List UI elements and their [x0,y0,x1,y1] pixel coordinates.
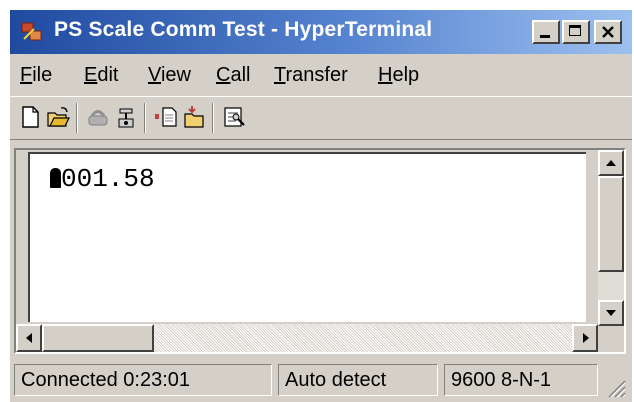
disconnect-icon[interactable] [86,105,110,129]
menu-file[interactable]: File [20,64,52,87]
menu-transfer[interactable]: Transfer [274,64,348,87]
arrow-down-icon [606,310,616,316]
scroll-right-button[interactable] [572,324,598,352]
toolbar-separator [212,103,214,133]
hyperterminal-app-icon[interactable] [20,19,46,45]
status-detect: Auto detect [278,364,438,396]
send-icon[interactable] [154,105,178,129]
minimize-icon [540,35,550,38]
menu-call-accel: C [216,64,231,86]
menu-transfer-accel: T [274,64,286,86]
terminal-output: 001.58 [50,164,155,194]
vertical-scrollbar[interactable] [598,150,624,326]
receive-icon[interactable] [182,105,206,129]
status-bar: Connected 0:23:01 Auto detect 9600 8-N-1 [14,362,626,398]
window-title: PS Scale Comm Test - HyperTerminal [54,18,433,41]
menu-bar: File Edit View Call Transfer Help [10,58,632,92]
properties-icon[interactable] [222,105,246,129]
menu-edit-accel: E [84,64,98,86]
horizontal-scrollbar[interactable] [16,324,598,352]
status-port-settings: 9600 8-N-1 [444,364,598,396]
toolbar-separator [144,103,146,133]
menu-help-accel: H [378,64,393,86]
arrow-up-icon [606,160,616,166]
arrow-right-icon [583,333,589,343]
hyperterminal-window: PS Scale Comm Test - HyperTerminal File … [8,8,632,402]
menu-help[interactable]: Help [378,64,419,87]
vertical-scroll-thumb[interactable] [598,176,624,272]
scroll-up-button[interactable] [598,150,624,176]
connect-icon[interactable] [114,105,138,129]
menu-call-label: all [230,64,251,86]
minimize-button[interactable] [532,20,560,44]
arrow-left-icon [26,333,32,343]
maximize-button[interactable] [562,20,590,44]
menu-edit-label: dit [97,64,119,86]
toolbar-separator [76,103,78,133]
menu-edit[interactable]: Edit [84,64,118,87]
terminal-cursor [50,168,61,188]
menu-transfer-label: ransfer [285,64,348,86]
title-bar[interactable]: PS Scale Comm Test - HyperTerminal [10,10,632,54]
menu-view-accel: V [148,64,161,86]
terminal-frame: 001.58 [14,148,626,354]
menu-help-label: elp [392,64,420,86]
menu-view[interactable]: View [148,64,191,87]
close-icon [602,26,614,38]
maximize-icon [569,25,581,36]
menu-call[interactable]: Call [216,64,250,87]
open-icon[interactable] [46,105,70,129]
new-icon[interactable] [18,105,42,129]
status-connected: Connected 0:23:01 [14,364,272,396]
horizontal-scroll-thumb[interactable] [42,324,154,352]
terminal-screen[interactable]: 001.58 [28,152,586,322]
menu-view-label: iew [160,64,191,86]
scroll-left-button[interactable] [16,324,42,352]
scroll-down-button[interactable] [598,300,624,326]
close-button[interactable] [594,20,622,44]
menu-file-label: ile [32,64,53,86]
menu-file-accel: F [20,64,33,86]
resize-grip-icon[interactable] [604,376,626,398]
terminal-line: 001.58 [61,164,155,194]
toolbar [10,96,632,140]
